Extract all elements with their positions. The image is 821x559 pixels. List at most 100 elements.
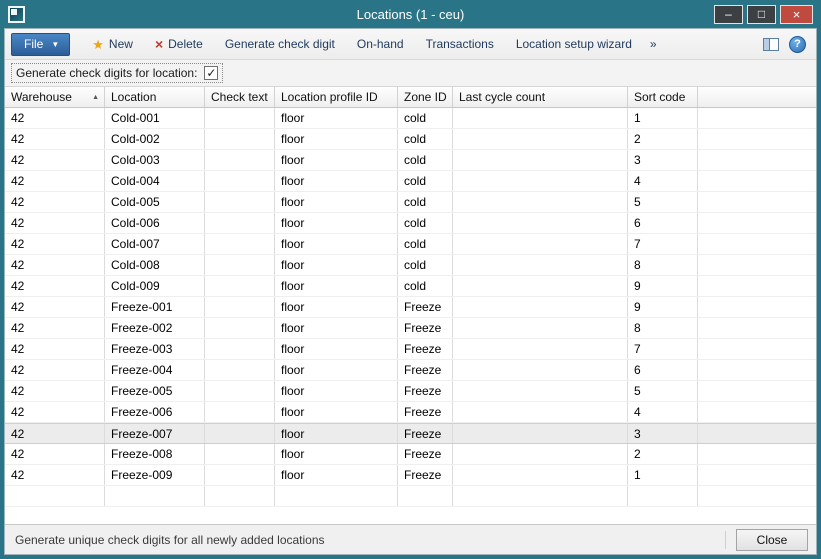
- cell[interactable]: 42: [5, 255, 105, 275]
- column-header-check-text[interactable]: Check text: [205, 87, 275, 107]
- generate-check-digits-checkbox[interactable]: ✓: [204, 66, 218, 80]
- cell[interactable]: 42: [5, 192, 105, 212]
- new-button[interactable]: ★ New: [82, 32, 143, 56]
- cell[interactable]: 4: [628, 402, 698, 422]
- cell[interactable]: floor: [275, 171, 398, 191]
- toolbar-overflow-button[interactable]: »: [644, 34, 663, 54]
- cell[interactable]: cold: [398, 192, 453, 212]
- cell[interactable]: [275, 486, 398, 506]
- cell[interactable]: 5: [628, 192, 698, 212]
- cell[interactable]: Freeze-009: [105, 465, 205, 485]
- cell[interactable]: [453, 213, 628, 233]
- cell[interactable]: 42: [5, 150, 105, 170]
- cell[interactable]: Freeze-005: [105, 381, 205, 401]
- cell[interactable]: Cold-004: [105, 171, 205, 191]
- table-row[interactable]: 42Cold-007floorcold7: [5, 234, 816, 255]
- cell[interactable]: [628, 486, 698, 506]
- location-setup-wizard-button[interactable]: Location setup wizard: [506, 32, 642, 56]
- cell[interactable]: floor: [275, 424, 398, 443]
- layout-view-icon[interactable]: [763, 38, 779, 51]
- table-row[interactable]: 42Freeze-009floorFreeze1: [5, 465, 816, 486]
- cell[interactable]: [205, 297, 275, 317]
- cell[interactable]: cold: [398, 108, 453, 128]
- cell[interactable]: 42: [5, 234, 105, 254]
- cell[interactable]: 42: [5, 108, 105, 128]
- cell[interactable]: [453, 129, 628, 149]
- table-row[interactable]: 42Freeze-007floorFreeze3: [5, 423, 816, 444]
- cell[interactable]: 9: [628, 297, 698, 317]
- cell[interactable]: 42: [5, 465, 105, 485]
- cell[interactable]: Cold-002: [105, 129, 205, 149]
- table-row[interactable]: 42Cold-004floorcold4: [5, 171, 816, 192]
- table-row[interactable]: 42Freeze-004floorFreeze6: [5, 360, 816, 381]
- cell[interactable]: [453, 339, 628, 359]
- cell[interactable]: Freeze: [398, 424, 453, 443]
- cell[interactable]: Cold-007: [105, 234, 205, 254]
- cell[interactable]: floor: [275, 234, 398, 254]
- transactions-button[interactable]: Transactions: [416, 32, 504, 56]
- cell[interactable]: Freeze: [398, 402, 453, 422]
- empty-row[interactable]: [5, 486, 816, 507]
- generate-check-digit-button[interactable]: Generate check digit: [215, 32, 345, 56]
- column-header-last-cycle-count[interactable]: Last cycle count: [453, 87, 628, 107]
- cell[interactable]: 6: [628, 360, 698, 380]
- cell[interactable]: 42: [5, 171, 105, 191]
- cell[interactable]: Cold-008: [105, 255, 205, 275]
- cell[interactable]: floor: [275, 255, 398, 275]
- cell[interactable]: cold: [398, 213, 453, 233]
- table-row[interactable]: 42Cold-002floorcold2: [5, 129, 816, 150]
- cell[interactable]: Cold-006: [105, 213, 205, 233]
- cell[interactable]: floor: [275, 444, 398, 464]
- table-row[interactable]: 42Freeze-008floorFreeze2: [5, 444, 816, 465]
- cell[interactable]: Freeze-008: [105, 444, 205, 464]
- cell[interactable]: 8: [628, 255, 698, 275]
- cell[interactable]: Cold-001: [105, 108, 205, 128]
- column-header-sort-code[interactable]: Sort code: [628, 87, 698, 107]
- cell[interactable]: [205, 424, 275, 443]
- cell[interactable]: Cold-009: [105, 276, 205, 296]
- cell[interactable]: floor: [275, 129, 398, 149]
- cell[interactable]: Freeze: [398, 297, 453, 317]
- cell[interactable]: Freeze: [398, 465, 453, 485]
- cell[interactable]: Cold-005: [105, 192, 205, 212]
- cell[interactable]: 7: [628, 339, 698, 359]
- table-row[interactable]: 42Freeze-003floorFreeze7: [5, 339, 816, 360]
- cell[interactable]: [453, 108, 628, 128]
- cell[interactable]: Freeze-004: [105, 360, 205, 380]
- cell[interactable]: [205, 339, 275, 359]
- cell[interactable]: [205, 255, 275, 275]
- cell[interactable]: [205, 465, 275, 485]
- table-row[interactable]: 42Freeze-006floorFreeze4: [5, 402, 816, 423]
- column-header-location-profile-id[interactable]: Location profile ID: [275, 87, 398, 107]
- table-row[interactable]: 42Cold-008floorcold8: [5, 255, 816, 276]
- table-row[interactable]: 42Freeze-001floorFreeze9: [5, 297, 816, 318]
- cell[interactable]: floor: [275, 150, 398, 170]
- cell[interactable]: floor: [275, 360, 398, 380]
- table-row[interactable]: 42Freeze-002floorFreeze8: [5, 318, 816, 339]
- cell[interactable]: [205, 234, 275, 254]
- cell[interactable]: cold: [398, 234, 453, 254]
- cell[interactable]: [205, 360, 275, 380]
- minimize-button[interactable]: –: [714, 5, 743, 24]
- help-icon[interactable]: ?: [789, 36, 806, 53]
- maximize-button[interactable]: □: [747, 5, 776, 24]
- cell[interactable]: 42: [5, 402, 105, 422]
- cell[interactable]: [453, 424, 628, 443]
- cell[interactable]: [453, 318, 628, 338]
- cell[interactable]: cold: [398, 150, 453, 170]
- cell[interactable]: 42: [5, 339, 105, 359]
- cell[interactable]: Freeze-003: [105, 339, 205, 359]
- cell[interactable]: [205, 129, 275, 149]
- cell[interactable]: floor: [275, 108, 398, 128]
- cell[interactable]: floor: [275, 297, 398, 317]
- cell[interactable]: floor: [275, 192, 398, 212]
- cell[interactable]: floor: [275, 402, 398, 422]
- cell[interactable]: 6: [628, 213, 698, 233]
- cell[interactable]: Freeze: [398, 381, 453, 401]
- cell[interactable]: [205, 444, 275, 464]
- cell[interactable]: [453, 486, 628, 506]
- file-menu-button[interactable]: File ▼: [11, 33, 70, 56]
- cell[interactable]: Freeze: [398, 360, 453, 380]
- cell[interactable]: [205, 318, 275, 338]
- cell[interactable]: [453, 276, 628, 296]
